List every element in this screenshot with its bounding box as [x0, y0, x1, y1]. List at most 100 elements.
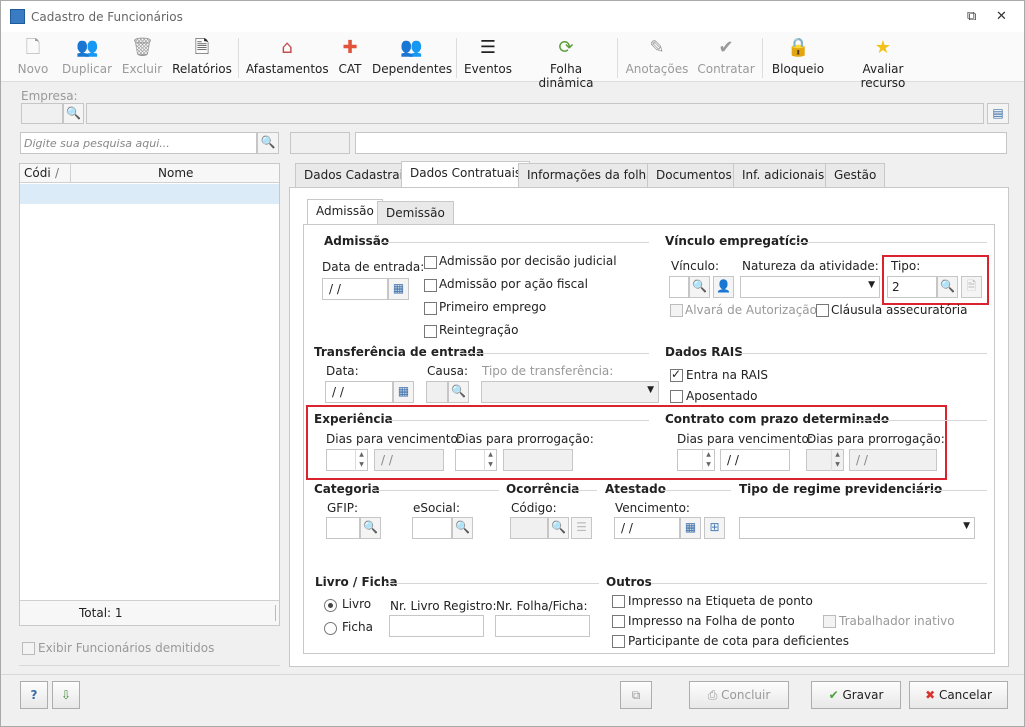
export-button[interactable]: ⇩: [52, 681, 80, 709]
causa-search-icon[interactable]: 🔍: [448, 381, 469, 403]
app-icon: [10, 9, 25, 24]
printer-icon: ⎙: [707, 688, 722, 702]
etiqueta-ponto-checkbox[interactable]: [612, 595, 625, 608]
tab-documentos[interactable]: Documentos: [647, 163, 741, 187]
empresa-code-field[interactable]: [21, 103, 63, 124]
data-entrada-label: Data de entrada:: [322, 260, 425, 274]
contrato-dias-prorr-stepper[interactable]: ▲ ▼: [806, 449, 844, 471]
anotacoes-button[interactable]: ✎ Anotações: [625, 35, 689, 80]
col-name-header[interactable]: Nome: [158, 166, 193, 180]
table-row[interactable]: [20, 184, 279, 204]
tab-dados-cadastrais[interactable]: Dados Cadastrais: [295, 163, 419, 187]
main-window: Cadastro de Funcionários ⧉ ✕ 🗋 Novo 👥 Dupl…: [0, 0, 1025, 727]
tab-informacoes-folha[interactable]: Informações da folha: [518, 163, 663, 187]
ocorrencia-codigo-field[interactable]: [510, 517, 548, 539]
cat-button[interactable]: ✚ CAT: [335, 35, 365, 80]
causa-field[interactable]: [426, 381, 448, 403]
atestado-vencimento-field[interactable]: / /: [614, 517, 680, 539]
ocorrencia-search-icon[interactable]: 🔍: [548, 517, 569, 539]
folha-dinamica-button[interactable]: ⟳ Folha dinâmica: [521, 35, 611, 90]
add-user-icon[interactable]: 👤: [713, 276, 734, 298]
cancelar-button[interactable]: ✖ Cancelar: [909, 681, 1008, 709]
code-display-field: [290, 132, 350, 154]
stepper-arrows-icon[interactable]: ▲ ▼: [702, 450, 714, 471]
name-display-field: [355, 132, 1007, 154]
vinculo-field[interactable]: [669, 276, 689, 298]
tab-dados-contratuais[interactable]: Dados Contratuais: [401, 161, 531, 187]
tipo-transferencia-select[interactable]: ▼: [481, 381, 659, 403]
check-icon: ✔: [828, 688, 843, 702]
concluir-button[interactable]: ⎙ Concluir: [689, 681, 789, 709]
tipo-transferencia-label: Tipo de transferência:: [482, 364, 614, 378]
clausula-checkbox[interactable]: [816, 304, 829, 317]
relatorios-button[interactable]: 🗎 Relatórios: [171, 35, 233, 80]
alvara-checkbox[interactable]: [670, 304, 683, 317]
stepper-arrows-icon[interactable]: ▲ ▼: [831, 450, 843, 471]
gravar-button[interactable]: ✔ Gravar: [811, 681, 901, 709]
stepper-arrows-icon[interactable]: ▲ ▼: [484, 450, 496, 471]
empresa-search-icon[interactable]: 🔍: [63, 103, 84, 124]
exibir-demitidos-checkbox[interactable]: [22, 642, 35, 655]
restore-icon[interactable]: ⧉: [967, 9, 976, 24]
reintegracao-checkbox[interactable]: [424, 325, 437, 338]
afastamentos-button[interactable]: ⌂ Afastamentos: [246, 35, 329, 80]
contratar-button[interactable]: ✔ Contratar: [697, 35, 755, 80]
copy-button[interactable]: ⧉: [620, 681, 652, 709]
cota-deficientes-checkbox[interactable]: [612, 635, 625, 648]
list-icon[interactable]: ☰: [571, 517, 592, 539]
contrato-venc-date[interactable]: / /: [720, 449, 790, 471]
vinculo-search-icon[interactable]: 🔍: [689, 276, 710, 298]
search-icon[interactable]: 🔍: [257, 132, 279, 154]
nr-livro-field[interactable]: [389, 615, 484, 637]
gfip-search-icon[interactable]: 🔍: [360, 517, 381, 539]
primeiro-emprego-checkbox[interactable]: [424, 302, 437, 315]
entra-rais-checkbox[interactable]: [670, 367, 683, 382]
ficha-radio[interactable]: [324, 622, 337, 635]
calendar-icon[interactable]: ▦: [680, 517, 701, 539]
folha-ponto-checkbox[interactable]: [612, 615, 625, 628]
novo-button[interactable]: 🗋 Novo: [13, 35, 53, 80]
reintegracao-label: Reintegração: [439, 323, 519, 337]
dependentes-button[interactable]: 👥 Dependentes: [372, 35, 452, 80]
tab-inf-adicionais[interactable]: Inf. adicionais: [733, 163, 834, 187]
help-button[interactable]: ?: [20, 681, 48, 709]
excluir-button[interactable]: 🗑 Excluir: [119, 35, 165, 80]
experiencia-dias-venc-label: Dias para vencimento:: [326, 432, 462, 446]
avaliar-recurso-button[interactable]: ★ Avaliar recurso: [839, 35, 927, 90]
eventos-button[interactable]: ☰ Eventos: [464, 35, 512, 80]
calendar-icon[interactable]: ▦: [388, 278, 409, 300]
exibir-demitidos-label: Exibir Funcionários demitidos: [38, 641, 215, 655]
empresa-name-field[interactable]: [86, 103, 984, 124]
group-divider: [373, 490, 499, 491]
highlight-box: [882, 255, 989, 305]
col-code-header[interactable]: Códi: [24, 166, 51, 180]
gfip-field[interactable]: [326, 517, 360, 539]
search-input[interactable]: Digite sua pesquisa aqui...: [20, 132, 257, 154]
transferencia-data-field[interactable]: / /: [325, 381, 393, 403]
stepper-arrows-icon[interactable]: ▲ ▼: [355, 450, 367, 471]
aposentado-checkbox[interactable]: [670, 390, 683, 403]
decisao-judicial-checkbox[interactable]: [424, 256, 437, 269]
nr-folha-field[interactable]: [495, 615, 590, 637]
experiencia-dias-venc-stepper[interactable]: ▲ ▼: [326, 449, 368, 471]
livro-radio[interactable]: [324, 599, 337, 612]
add-icon[interactable]: ⊞: [704, 517, 725, 539]
subtab-admissao[interactable]: Admissão: [307, 199, 383, 225]
regime-select[interactable]: ▼: [739, 517, 975, 539]
lock-icon: 🔒: [787, 37, 810, 58]
table-icon[interactable]: ▤: [987, 103, 1009, 124]
esocial-field[interactable]: [412, 517, 452, 539]
acao-fiscal-checkbox[interactable]: [424, 279, 437, 292]
subtab-demissao[interactable]: Demissão: [377, 201, 454, 225]
experiencia-dias-prorr-stepper[interactable]: ▲ ▼: [455, 449, 497, 471]
trabalhador-inativo-checkbox[interactable]: [823, 615, 836, 628]
contrato-dias-venc-stepper[interactable]: ▲ ▼: [677, 449, 715, 471]
bloqueio-button[interactable]: 🔒 Bloqueio: [770, 35, 826, 80]
calendar-icon[interactable]: ▦: [393, 381, 414, 403]
tab-gestao[interactable]: Gestão: [825, 163, 886, 187]
duplicar-button[interactable]: 👥 Duplicar: [59, 35, 115, 80]
natureza-select[interactable]: ▼: [740, 276, 880, 298]
esocial-search-icon[interactable]: 🔍: [452, 517, 473, 539]
close-icon[interactable]: ✕: [996, 9, 1007, 24]
data-entrada-field[interactable]: / /: [322, 278, 388, 300]
